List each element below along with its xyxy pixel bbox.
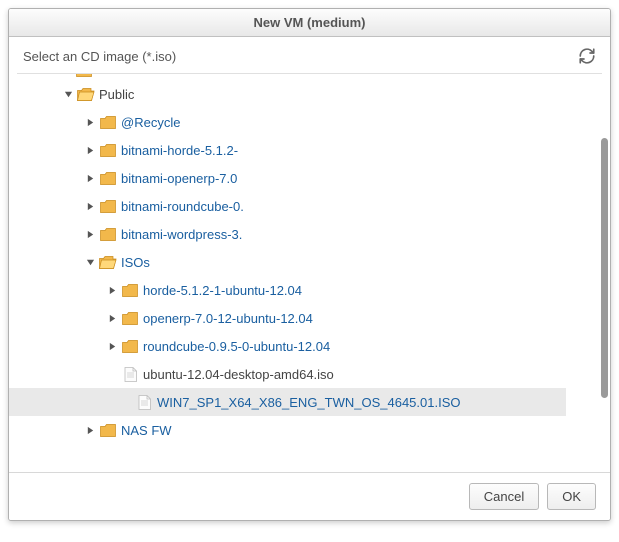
dialog-footer: Cancel OK [9, 472, 610, 520]
tree-label: NAS FW [121, 423, 172, 438]
dialog-title: New VM (medium) [9, 9, 610, 37]
cancel-button[interactable]: Cancel [469, 483, 539, 510]
refresh-icon [578, 47, 596, 65]
folder-open-icon [77, 88, 95, 101]
folder-icon [75, 74, 93, 77]
tree-item-bitnami-horde[interactable]: bitnami-horde-5.1.2- [23, 136, 610, 164]
file-icon [135, 395, 153, 410]
folder-icon [99, 424, 117, 437]
tree-label: WIN7_SP1_X64_X86_ENG_TWN_OS_4645.01.ISO [157, 395, 461, 410]
tree-item-bitnami-openerp[interactable]: bitnami-openerp-7.0 [23, 164, 610, 192]
toggle-icon[interactable] [107, 286, 117, 295]
folder-icon [121, 284, 139, 297]
toggle-icon[interactable] [63, 90, 73, 99]
toggle-icon[interactable] [85, 202, 95, 211]
refresh-button[interactable] [578, 47, 596, 65]
tree-label: roundcube-0.9.5-0-ubuntu-12.04 [143, 339, 330, 354]
ok-button[interactable]: OK [547, 483, 596, 510]
folder-icon [99, 172, 117, 185]
folder-open-icon [99, 256, 117, 269]
tree-label: bitnami-horde-5.1.2- [121, 143, 238, 158]
toggle-icon[interactable] [85, 118, 95, 127]
tree-item-openerp[interactable]: openerp-7.0-12-ubuntu-12.04 [23, 304, 610, 332]
folder-icon [99, 144, 117, 157]
tree-item-roundcube[interactable]: roundcube-0.9.5-0-ubuntu-12.04 [23, 332, 610, 360]
folder-icon [121, 340, 139, 353]
tree-label: ubuntu-12.04-desktop-amd64.iso [143, 367, 334, 382]
tree-item-horde[interactable]: horde-5.1.2-1-ubuntu-12.04 [23, 276, 610, 304]
tree-item-isos[interactable]: ISOs [23, 248, 610, 276]
tree-label: @Recycle [121, 115, 180, 130]
prompt-text: Select an CD image (*.iso) [23, 49, 176, 64]
toggle-icon[interactable] [85, 258, 95, 267]
selected-row: ▸ WIN7_SP1_X64_X86_ENG_TWN_OS_4645.01.IS… [9, 388, 566, 416]
folder-icon [99, 116, 117, 129]
toggle-icon[interactable] [85, 146, 95, 155]
tree-item-bitnami-wordpress[interactable]: bitnami-wordpress-3. [23, 220, 610, 248]
tree-label: horde-5.1.2-1-ubuntu-12.04 [143, 283, 302, 298]
folder-icon [121, 312, 139, 325]
tree-container: Public @Recycle bitnami-horde-5.1.2- bit… [9, 74, 610, 472]
prompt-row: Select an CD image (*.iso) [9, 37, 610, 73]
tree-item-win7-iso[interactable]: ▸ WIN7_SP1_X64_X86_ENG_TWN_OS_4645.01.IS… [23, 388, 566, 416]
folder-icon [99, 228, 117, 241]
folder-icon [99, 200, 117, 213]
tree-label: bitnami-roundcube-0. [121, 199, 244, 214]
toggle-icon[interactable] [85, 426, 95, 435]
toggle-icon[interactable] [107, 314, 117, 323]
new-vm-dialog: New VM (medium) Select an CD image (*.is… [8, 8, 611, 521]
tree-item-public[interactable]: Public [23, 80, 610, 108]
tree-label: bitnami-wordpress-3. [121, 227, 242, 242]
toggle-icon[interactable] [85, 230, 95, 239]
tree-label: ISOs [121, 255, 150, 270]
tree-item-nas-fw[interactable]: NAS FW [23, 416, 610, 444]
file-tree: Public @Recycle bitnami-horde-5.1.2- bit… [9, 74, 610, 450]
tree-item-ubuntu-iso[interactable]: ▸ ubuntu-12.04-desktop-amd64.iso [23, 360, 610, 388]
toggle-icon[interactable] [85, 174, 95, 183]
tree-item-bitnami-roundcube[interactable]: bitnami-roundcube-0. [23, 192, 610, 220]
scrollbar-thumb[interactable] [601, 138, 608, 398]
tree-item-recycle[interactable]: @Recycle [23, 108, 610, 136]
tree-label: Public [99, 87, 134, 102]
tree-label: bitnami-openerp-7.0 [121, 171, 237, 186]
file-icon [121, 367, 139, 382]
tree-label: openerp-7.0-12-ubuntu-12.04 [143, 311, 313, 326]
toggle-icon[interactable] [107, 342, 117, 351]
